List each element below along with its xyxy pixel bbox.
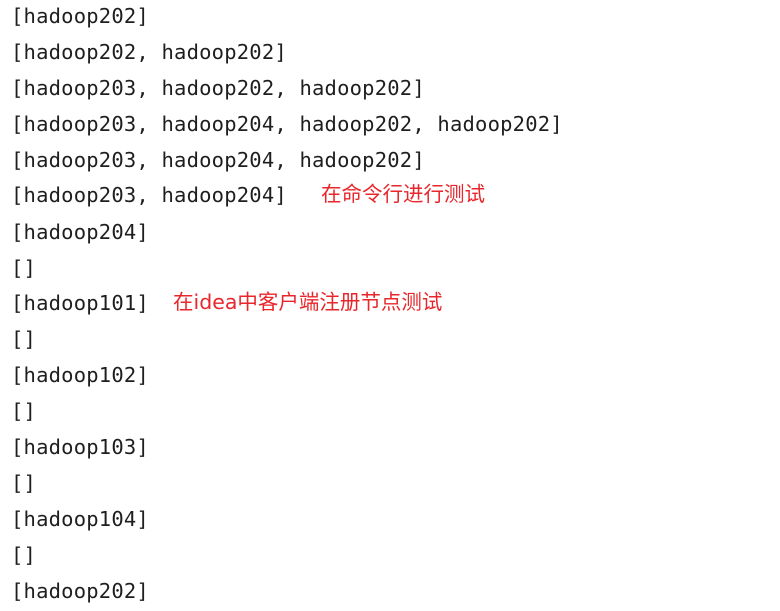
console-line: [] bbox=[11, 256, 37, 280]
cli-test-annotation: 在命令行进行测试 bbox=[321, 182, 485, 206]
console-line: [] bbox=[11, 471, 37, 495]
console-line: [hadoop203, hadoop204] bbox=[11, 183, 287, 207]
console-line: [hadoop101] bbox=[11, 291, 149, 315]
console-line: [hadoop202, hadoop202] bbox=[11, 40, 287, 64]
console-line: [hadoop202] bbox=[11, 4, 149, 28]
console-line: [] bbox=[11, 399, 37, 423]
console-line: [hadoop204] bbox=[11, 220, 149, 244]
idea-test-annotation: 在idea中客户端注册节点测试 bbox=[173, 290, 443, 314]
console-line: [hadoop102] bbox=[11, 363, 149, 387]
console-line: [] bbox=[11, 543, 37, 567]
console-line: [hadoop203, hadoop204, hadoop202, hadoop… bbox=[11, 112, 563, 136]
console-line: [hadoop104] bbox=[11, 507, 149, 531]
console-line: [hadoop202] bbox=[11, 579, 149, 603]
console-line: [hadoop203, hadoop202, hadoop202] bbox=[11, 76, 425, 100]
console-output: [hadoop202] [hadoop202, hadoop202] [hado… bbox=[0, 0, 780, 611]
console-line: [hadoop103] bbox=[11, 435, 149, 459]
console-line: [] bbox=[11, 327, 37, 351]
console-line: [hadoop203, hadoop204, hadoop202] bbox=[11, 148, 425, 172]
